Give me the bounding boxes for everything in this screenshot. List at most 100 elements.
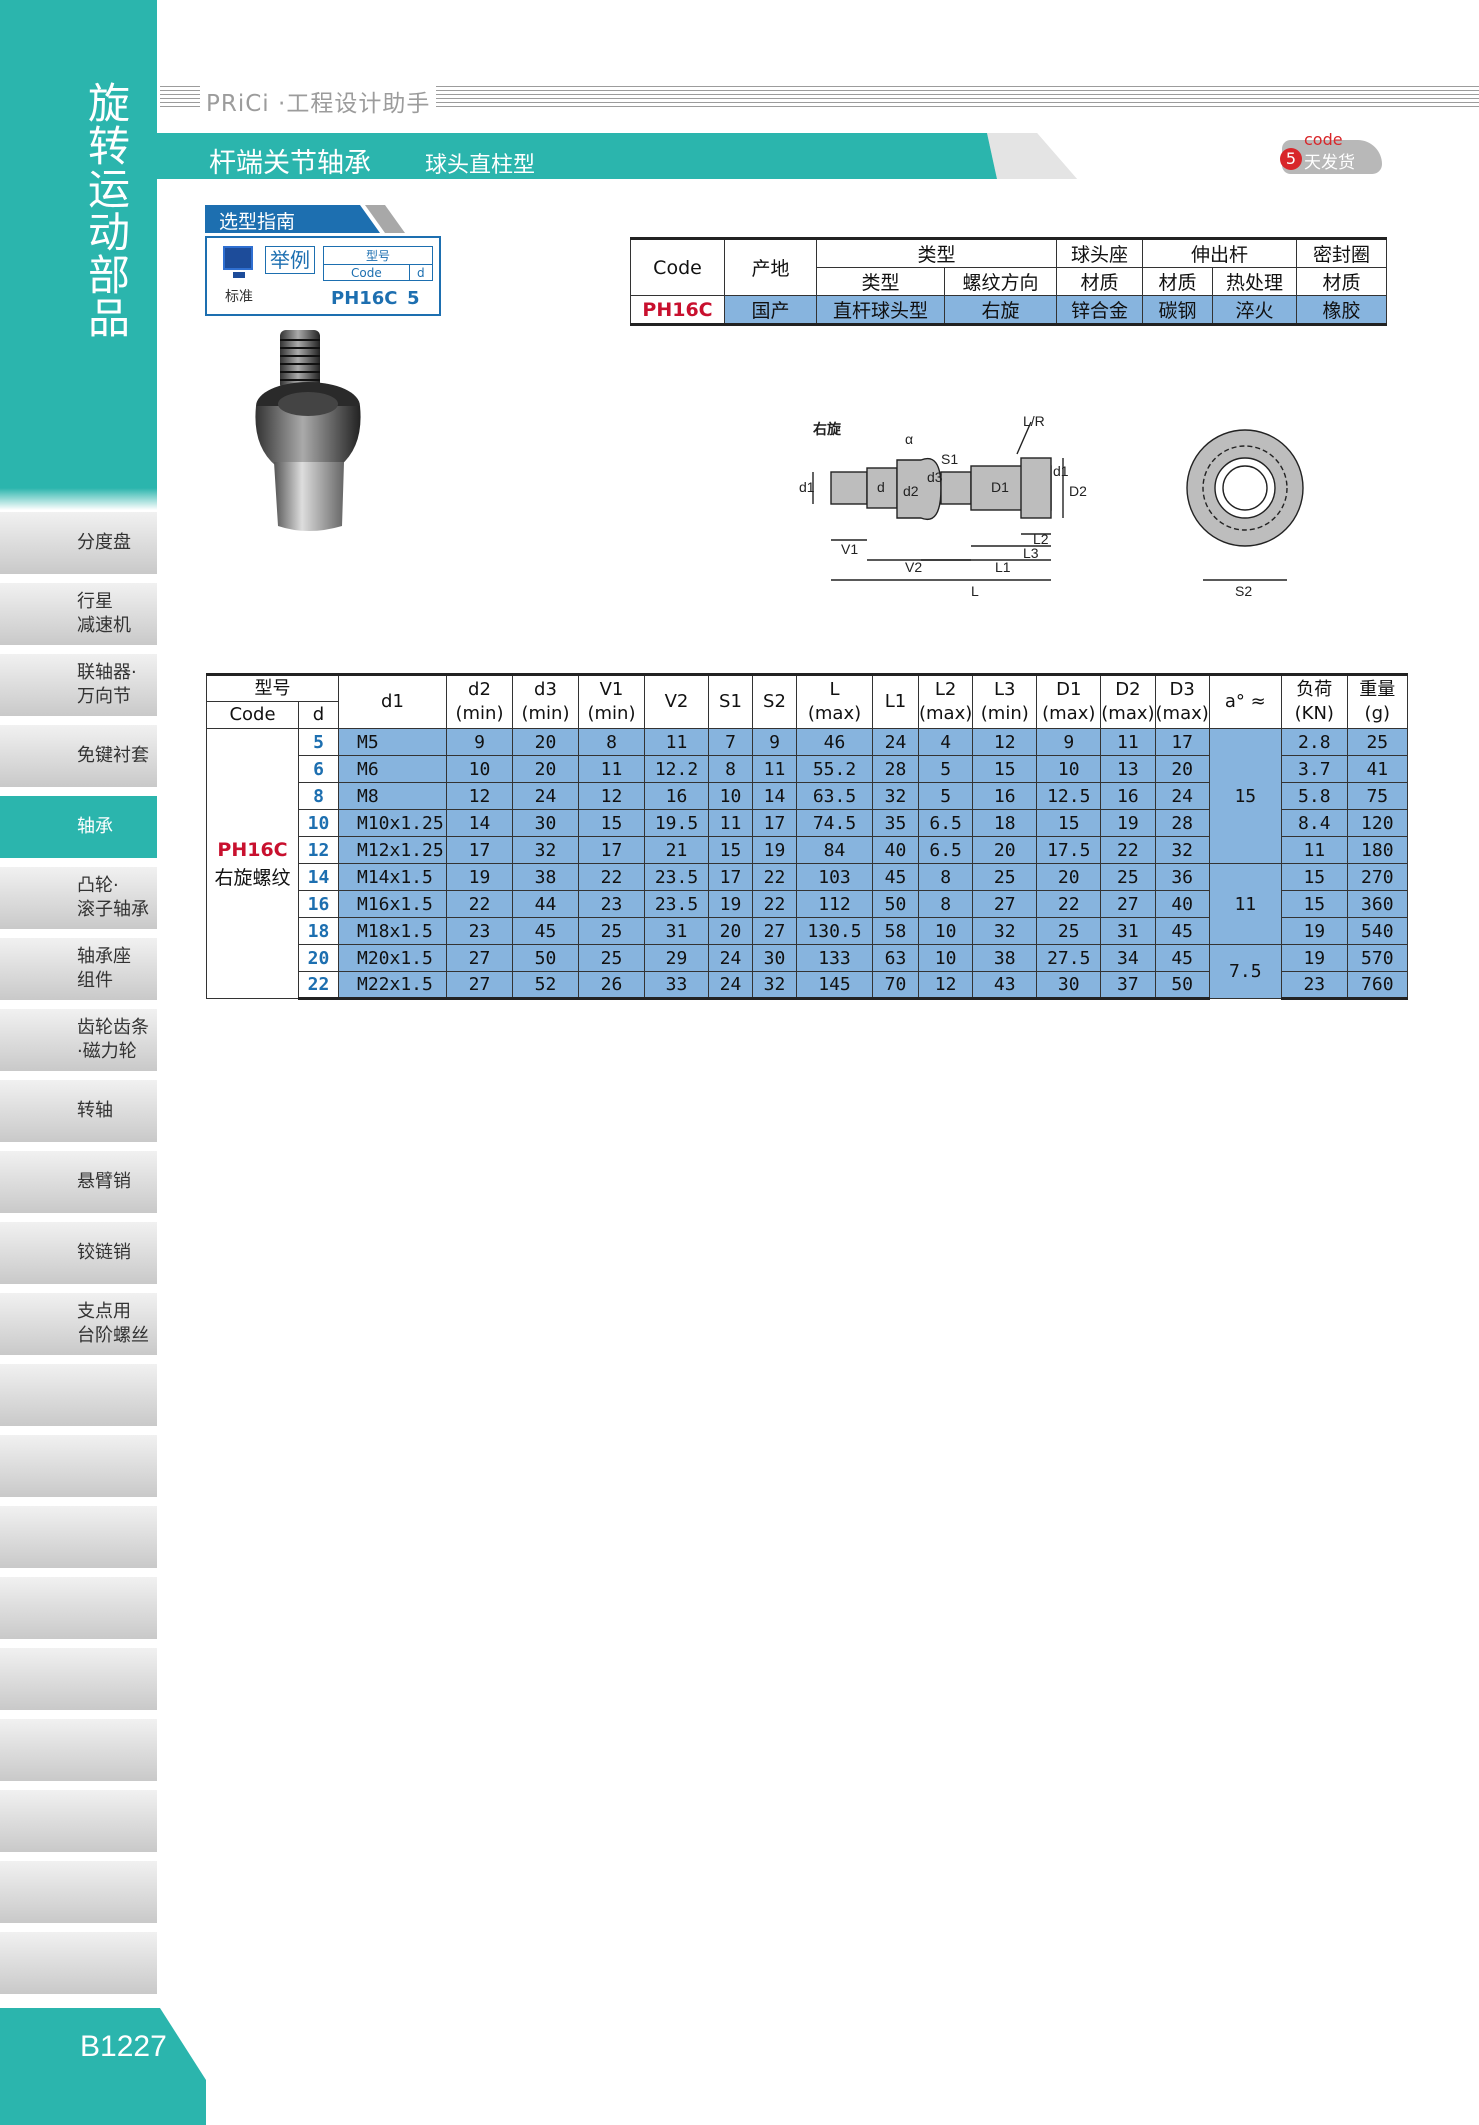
table-cell: 17 [708, 863, 753, 891]
table-cell: 5 [917, 755, 974, 783]
monitor-icon [223, 246, 253, 278]
table-cell: 16 [1100, 782, 1156, 810]
table-cell: M8 [338, 782, 447, 810]
table-cell: 6.5 [917, 836, 974, 864]
table-cell: 16 [972, 782, 1038, 810]
table-cell: M14x1.5 [338, 863, 447, 891]
table-cell: 32 [512, 836, 579, 864]
sidebar-item-keyless-bushing[interactable]: 免键衬套 [0, 725, 157, 787]
table-cell: 130.5 [796, 917, 873, 945]
spec-cell-thread: 右旋 [944, 295, 1057, 326]
table-cell: 22 [1036, 890, 1102, 918]
th-code: Code [206, 701, 299, 729]
table-cell: 20 [1036, 863, 1102, 891]
tab-label: 齿轮齿条 [77, 1017, 149, 1038]
tab-label: 行星 [77, 591, 113, 612]
table-cell: M22x1.5 [338, 971, 447, 1000]
cell-load: 8.4 [1280, 809, 1348, 837]
example-d: 5 [407, 288, 420, 309]
cell-d: 6 [298, 755, 339, 783]
sidebar-item-cam-roller[interactable]: 凸轮· 滚子轴承 [0, 867, 157, 929]
th-angle: a° ≈ [1208, 673, 1282, 729]
spec-sub-mat2: 材质 [1142, 267, 1213, 296]
spec-cell-ball-material: 锌合金 [1056, 295, 1143, 326]
tab-label: 悬臂销 [77, 1171, 131, 1192]
table-row: 14 M14x1.5 19 38 22 23.5 17 22 103 45 8 25 20 25 36 11 1… [207, 863, 1408, 945]
cell-weight: 760 [1346, 971, 1408, 1000]
tab-label-2: 减速机 [77, 615, 131, 636]
table-cell: 15 [578, 809, 645, 837]
table-cell: 16 [644, 782, 709, 810]
sidebar-item-shaft[interactable]: 转轴 [0, 1080, 157, 1142]
table-cell: 32 [752, 971, 797, 1000]
table-cell: 8 [708, 755, 753, 783]
table-cell: 17.5 [1036, 836, 1102, 864]
cell-load: 3.7 [1280, 755, 1348, 783]
spec-sub-mat3: 材质 [1296, 267, 1387, 296]
page-subtitle: 球头直柱型 [425, 153, 536, 178]
model-cell: PH16C 右旋螺纹 [206, 728, 299, 999]
table-cell: 45 [872, 863, 919, 891]
table-cell: 20 [512, 728, 579, 756]
spec-cell-seal: 橡胶 [1296, 295, 1387, 326]
sidebar-item-bearing[interactable]: 轴承 [0, 796, 157, 858]
sidebar-item-dividing-plate[interactable]: 分度盘 [0, 512, 157, 574]
table-cell: M12x1.25 [338, 836, 447, 864]
badge-days: 5 [1280, 148, 1302, 170]
cell-weight: 360 [1346, 890, 1408, 918]
tab-label: 轴承 [77, 816, 113, 837]
spec-cell-type: 直杆球头型 [816, 295, 945, 326]
cell-weight: 570 [1346, 944, 1408, 972]
th-v2: V2 [644, 673, 709, 729]
sidebar-item-gear-rack[interactable]: 齿轮齿条 ·磁力轮 [0, 1009, 157, 1071]
table-cell: 27 [972, 890, 1038, 918]
dim-D2: D2 [1069, 483, 1087, 499]
table-cell: 103 [796, 863, 873, 891]
table-cell: 63 [872, 944, 919, 972]
sidebar-item-hinge-pin[interactable]: 铰链销 [0, 1222, 157, 1284]
cell-load: 5.8 [1280, 782, 1348, 810]
sidebar-item-coupling[interactable]: 联轴器· 万向节 [0, 654, 157, 716]
cell-d: 14 [298, 863, 339, 891]
sidebar-item-planetary-reducer[interactable]: 行星 减速机 [0, 583, 157, 645]
table-cell: 52 [512, 971, 579, 1000]
sidebar-item-bearing-housing[interactable]: 轴承座 组件 [0, 938, 157, 1000]
th-v1: V1 (min) [578, 673, 645, 729]
table-cell: 10 [708, 782, 753, 810]
sidebar-item-empty [0, 1861, 157, 1923]
tab-label: 支点用 [77, 1301, 131, 1322]
table-row: PH16C 右旋螺纹 5 M5 9 20 8 11 7 9 46 24 4 12 9 11 17 15 2.8 25 [206, 728, 1408, 999]
th-l3: L3 (min) [972, 673, 1038, 729]
table-cell: 23.5 [644, 863, 709, 891]
cell-angle: 11 [1208, 863, 1282, 945]
cell-d: 12 [298, 836, 339, 864]
dim-V1: V1 [841, 541, 858, 557]
cell-load: 15 [1280, 890, 1348, 918]
sidebar-item-cantilever-pin[interactable]: 悬臂销 [0, 1151, 157, 1213]
table-cell: 11 [1100, 728, 1156, 756]
sidebar-item-shoulder-screw[interactable]: 支点用 台阶螺丝 [0, 1293, 157, 1355]
sidebar-item-empty [0, 1364, 157, 1426]
tab-label-2: 滚子轴承 [77, 899, 149, 920]
tab-label: 免键衬套 [77, 745, 149, 766]
sidebar-item-empty [0, 1435, 157, 1497]
th-l: L (max) [796, 673, 873, 729]
dim-L3: L3 [1023, 545, 1039, 561]
table-cell: 4 [917, 728, 974, 756]
th-d2: d2 (min) [446, 673, 513, 729]
table-cell: 25 [972, 863, 1038, 891]
cell-d: 10 [298, 809, 339, 837]
spec-sub-thread: 螺纹方向 [944, 267, 1057, 296]
sidebar-item-empty [0, 1506, 157, 1568]
sidebar-fade [0, 488, 157, 510]
th-l1: L1 [872, 673, 919, 729]
table-cell: 15 [972, 755, 1038, 783]
table-cell: 38 [972, 944, 1038, 972]
dim-L1: L1 [995, 559, 1011, 575]
table-cell: 133 [796, 944, 873, 972]
table-cell: 27 [446, 971, 513, 1000]
cell-weight: 180 [1346, 836, 1408, 864]
table-cell: 20 [1154, 755, 1210, 783]
section-title: 旋转运动部品 [87, 79, 130, 343]
th-d: d [298, 701, 339, 729]
